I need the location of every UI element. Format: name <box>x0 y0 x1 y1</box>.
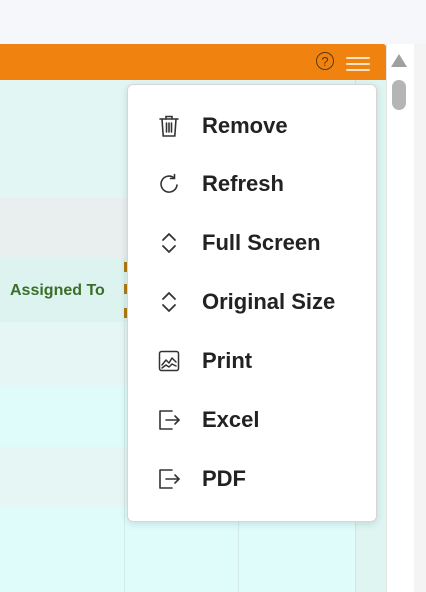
export-icon <box>156 466 182 492</box>
export-icon <box>156 407 182 433</box>
menu-item-label: PDF <box>202 466 246 491</box>
refresh-icon <box>156 171 182 197</box>
menu-item-label: Excel <box>202 407 260 432</box>
expand-icon <box>156 230 182 256</box>
menu-item-full-screen[interactable]: Full Screen <box>128 215 376 271</box>
print-chart-icon <box>156 348 182 374</box>
menu-item-original-size[interactable]: Original Size <box>128 274 376 330</box>
help-circle-icon[interactable]: ? <box>316 52 334 70</box>
menu-item-remove[interactable]: Remove <box>128 98 376 154</box>
menu-item-refresh[interactable]: Refresh <box>128 156 376 212</box>
scrollbar-thumb[interactable] <box>392 80 406 110</box>
menu-item-pdf[interactable]: PDF <box>128 451 376 507</box>
menu-item-excel[interactable]: Excel <box>128 392 376 448</box>
menu-item-label: Remove <box>202 113 288 138</box>
menu-item-label: Full Screen <box>202 230 321 255</box>
column-header-assigned-to[interactable]: Assigned To <box>10 282 105 300</box>
vertical-scrollbar[interactable] <box>386 44 415 592</box>
page-top-strip <box>0 0 426 44</box>
menu-item-label: Refresh <box>202 171 284 196</box>
scroll-up-arrow-icon[interactable] <box>391 54 407 67</box>
trash-icon <box>156 113 182 139</box>
menu-item-print[interactable]: Print <box>128 333 376 389</box>
hamburger-icon[interactable] <box>346 57 370 71</box>
menu-item-label: Print <box>202 348 253 373</box>
menu-item-label: Original Size <box>202 289 336 314</box>
collapse-icon <box>156 289 182 315</box>
context-menu: Remove Refresh Full Screen Original Size <box>127 84 377 522</box>
window-edge <box>414 44 426 592</box>
